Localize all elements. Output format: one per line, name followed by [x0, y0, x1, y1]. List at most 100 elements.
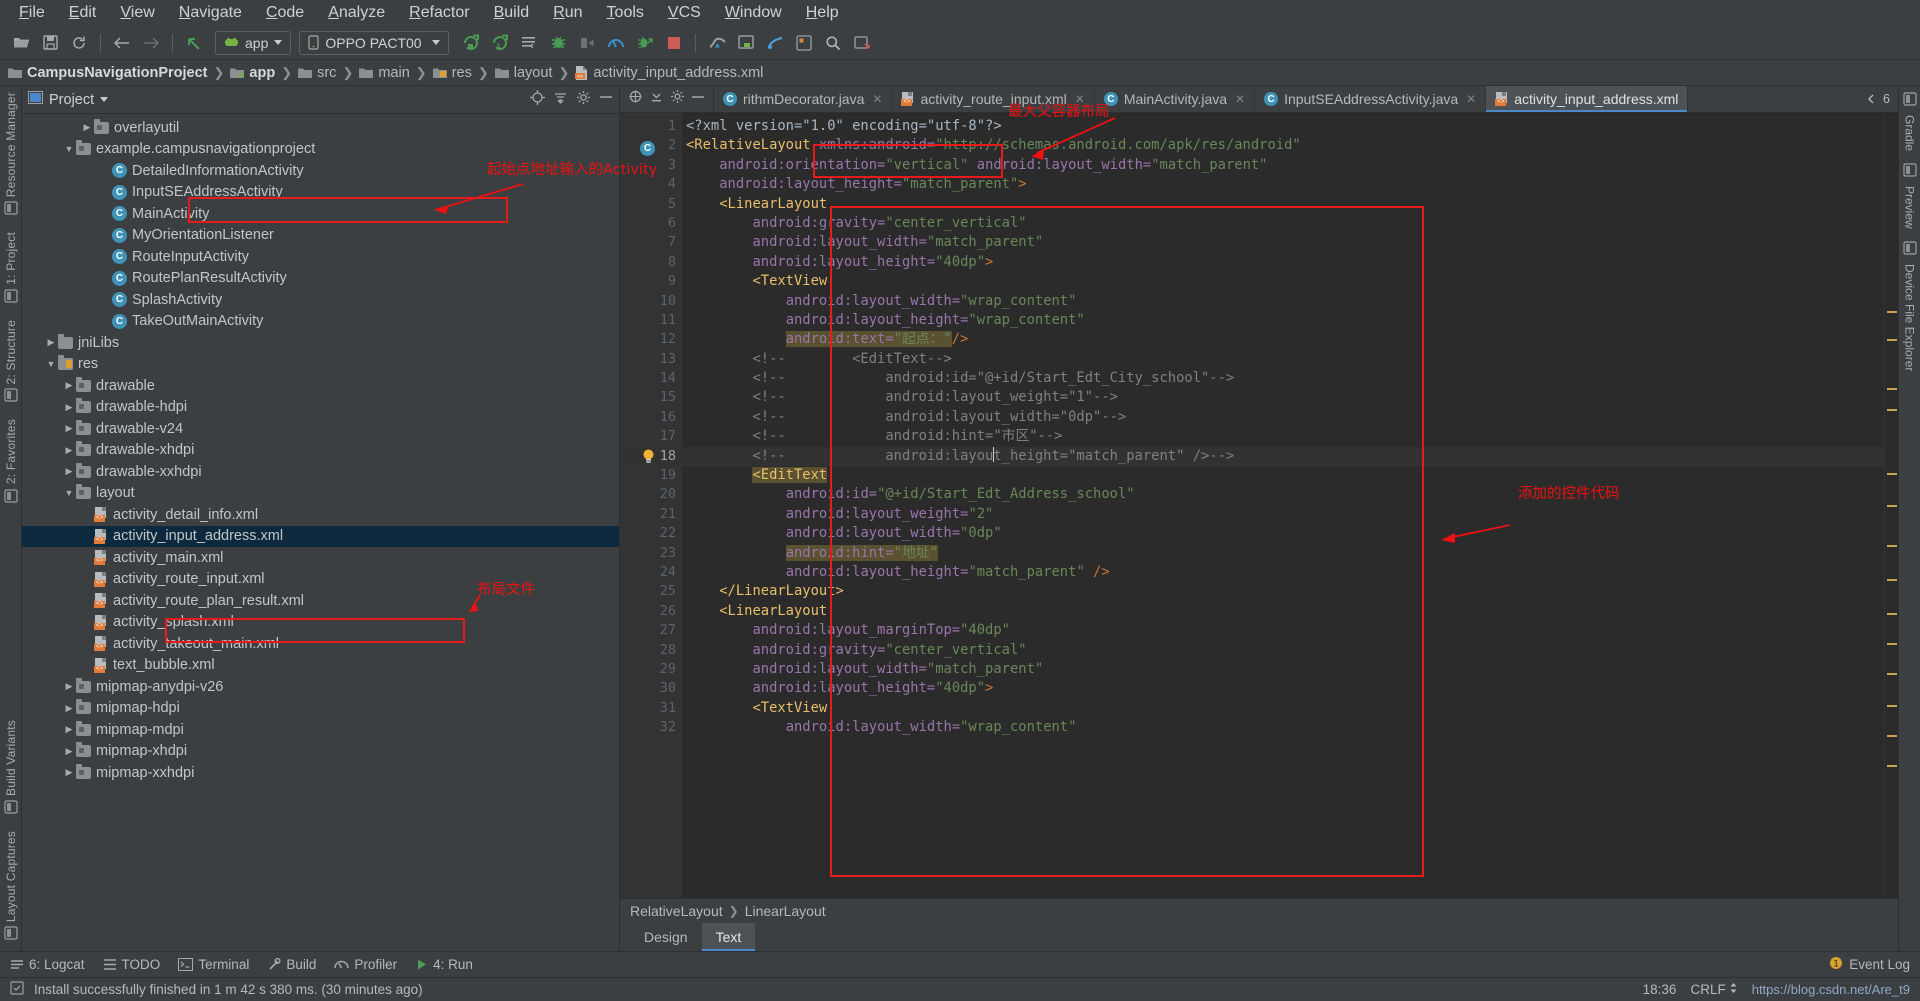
gutter-line-22[interactable]: 22 — [620, 524, 682, 543]
tool-window-4--run[interactable]: 4: Run — [415, 957, 473, 972]
error-stripe-mark[interactable] — [1887, 613, 1897, 615]
right-rail-button-device-file-explorer[interactable]: Device File Explorer — [1903, 241, 1917, 371]
tree-node-drawable[interactable]: ▶ drawable — [22, 375, 619, 397]
tree-expand-icon[interactable]: ▶ — [44, 337, 58, 348]
forward-arrow-icon[interactable] — [138, 30, 164, 56]
project-structure-icon[interactable] — [791, 30, 817, 56]
editor-tab-activity-route-input-xml[interactable]: <> activity_route_input.xml ✕ — [892, 86, 1095, 112]
error-stripe-mark[interactable] — [1887, 409, 1897, 411]
code-line-24[interactable]: android:layout_height="match_parent" /> — [682, 563, 1884, 582]
gutter-line-29[interactable]: 29 — [620, 660, 682, 679]
tree-node-mipmap-xxhdpi[interactable]: ▶ mipmap-xxhdpi — [22, 762, 619, 784]
tree-node-drawable-xhdpi[interactable]: ▶ drawable-xhdpi — [22, 440, 619, 462]
menu-item-file[interactable]: File — [8, 2, 56, 24]
code-line-12[interactable]: android:text="起点："/> — [682, 330, 1884, 349]
tool-window-terminal[interactable]: Terminal — [178, 957, 249, 972]
tree-expand-icon[interactable]: ▶ — [62, 445, 76, 456]
gutter-line-4[interactable]: 4 — [620, 175, 682, 194]
menu-item-build[interactable]: Build — [483, 2, 541, 24]
error-stripe-mark[interactable] — [1887, 643, 1897, 645]
error-stripe-mark[interactable] — [1887, 579, 1897, 581]
error-stripe-mark[interactable] — [1887, 735, 1897, 737]
menu-item-view[interactable]: View — [109, 2, 165, 24]
tree-node-detailedinformationactivity[interactable]: C DetailedInformationActivity — [22, 160, 619, 182]
menu-item-analyze[interactable]: Analyze — [317, 2, 396, 24]
breadcrumb-item-main[interactable]: main — [359, 65, 410, 81]
error-stripe-mark[interactable] — [1887, 705, 1897, 707]
tree-expand-icon[interactable]: ▶ — [62, 724, 76, 735]
tree-node-activity-route-plan-result-xml[interactable]: <> activity_route_plan_result.xml — [22, 590, 619, 612]
close-icon[interactable]: ✕ — [1235, 92, 1245, 106]
sdk-manager-icon[interactable] — [704, 30, 730, 56]
tree-node-activity-main-xml[interactable]: <> activity_main.xml — [22, 547, 619, 569]
right-rail-button-gradle[interactable]: Gradle — [1903, 92, 1917, 151]
editor-mode-tab-design[interactable]: Design — [630, 923, 702, 951]
locate-icon[interactable] — [530, 89, 545, 110]
tree-node-splashactivity[interactable]: C SplashActivity — [22, 289, 619, 311]
gutter-line-26[interactable]: 26 — [620, 602, 698, 621]
code-line-18[interactable]: <!-- android:layout_height="match_parent… — [682, 446, 1884, 467]
rail-button-build-variants[interactable]: Build Variants — [4, 720, 18, 819]
tree-node-activity-detail-info-xml[interactable]: <> activity_detail_info.xml — [22, 504, 619, 526]
menu-item-window[interactable]: Window — [714, 2, 793, 24]
tool-window-todo[interactable]: TODO — [103, 957, 160, 972]
error-stripe-mark[interactable] — [1887, 311, 1897, 313]
open-folder-icon[interactable] — [8, 30, 34, 56]
error-stripe-mark[interactable] — [1887, 388, 1897, 390]
gutter-line-28[interactable]: 28 — [620, 641, 682, 660]
undo-icon[interactable] — [181, 30, 207, 56]
hide-panel-icon[interactable] — [599, 90, 613, 109]
breadcrumb-item-app[interactable]: app — [230, 65, 275, 81]
error-stripe[interactable] — [1884, 113, 1898, 898]
tree-node-activity-takeout-main-xml[interactable]: <> activity_takeout_main.xml — [22, 633, 619, 655]
line-separator-selector[interactable]: CRLF — [1690, 982, 1737, 997]
avd-manager-icon[interactable] — [733, 30, 759, 56]
tool-window-6--logcat[interactable]: 6: Logcat — [10, 957, 85, 972]
code-line-2[interactable]: <RelativeLayout xmlns:android="http://sc… — [682, 136, 1884, 155]
code-line-15[interactable]: <!-- android:layout_weight="1"--> — [682, 388, 1884, 407]
run-anything-icon[interactable] — [632, 30, 658, 56]
run-with-coverage-icon[interactable]: A — [487, 30, 513, 56]
code-line-1[interactable]: <?xml version="1.0" encoding="utf-8"?> — [682, 117, 1884, 136]
menu-item-help[interactable]: Help — [795, 2, 850, 24]
gutter-line-6[interactable]: 6 — [620, 214, 682, 233]
code-line-26[interactable]: <LinearLayout — [682, 602, 1884, 621]
rail-button-2--favorites[interactable]: 2: Favorites — [4, 419, 18, 507]
module-selector[interactable]: app — [215, 30, 292, 55]
gutter-line-8[interactable]: 8 — [620, 253, 682, 272]
error-stripe-mark[interactable] — [1887, 473, 1897, 475]
tree-node-jnilibs[interactable]: ▶ jniLibs — [22, 332, 619, 354]
error-stripe-mark[interactable] — [1887, 505, 1897, 507]
gutter-line-17[interactable]: 17 — [620, 427, 682, 446]
tree-node-mipmap-anydpi-v26[interactable]: ▶ mipmap-anydpi-v26 — [22, 676, 619, 698]
rail-button-1--project[interactable]: 1: Project — [4, 232, 18, 308]
right-rail-button-preview[interactable]: Preview — [1903, 163, 1917, 229]
tree-expand-icon[interactable]: ▶ — [80, 122, 94, 133]
tree-node-routeinputactivity[interactable]: C RouteInputActivity — [22, 246, 619, 268]
editor-mode-tab-text[interactable]: Text — [701, 923, 756, 951]
editor-tab-activity-input-address-xml[interactable]: <> activity_input_address.xml — [1486, 86, 1689, 112]
tree-node-res[interactable]: ▼ res — [22, 354, 619, 376]
close-icon[interactable]: ✕ — [1466, 92, 1476, 106]
collapse-icon[interactable] — [649, 89, 664, 109]
menu-item-vcs[interactable]: VCS — [657, 2, 712, 24]
tree-node-takeoutmainactivity[interactable]: C TakeOutMainActivity — [22, 311, 619, 333]
debug-icon[interactable] — [545, 30, 571, 56]
editor-settings-gear-icon[interactable] — [670, 89, 685, 109]
error-stripe-mark[interactable] — [1887, 339, 1897, 341]
gutter-line-5[interactable]: 5 — [620, 195, 698, 214]
rail-button-layout-captures[interactable]: Layout Captures — [4, 831, 18, 945]
tree-node-routeplanresultactivity[interactable]: C RoutePlanResultActivity — [22, 268, 619, 290]
code-line-6[interactable]: android:gravity="center_vertical" — [682, 214, 1884, 233]
apply-changes-icon[interactable] — [516, 30, 542, 56]
tree-node-overlayutil[interactable]: ▶ overlayutil — [22, 117, 619, 139]
editor-code[interactable]: <?xml version="1.0" encoding="utf-8"?> <R… — [682, 113, 1884, 898]
code-line-4[interactable]: android:layout_height="match_parent"> — [682, 175, 1884, 194]
gutter-line-20[interactable]: 20 — [620, 485, 682, 504]
gutter-line-18[interactable]: 18 — [620, 446, 682, 467]
target-icon[interactable] — [628, 89, 643, 109]
gutter-line-25[interactable]: 25 — [620, 582, 698, 601]
component-breadcrumb-item-linearlayout[interactable]: LinearLayout — [745, 903, 826, 919]
back-arrow-icon[interactable] — [109, 30, 135, 56]
code-line-14[interactable]: <!-- android:id="@+id/Start_Edt_City_sch… — [682, 369, 1884, 388]
